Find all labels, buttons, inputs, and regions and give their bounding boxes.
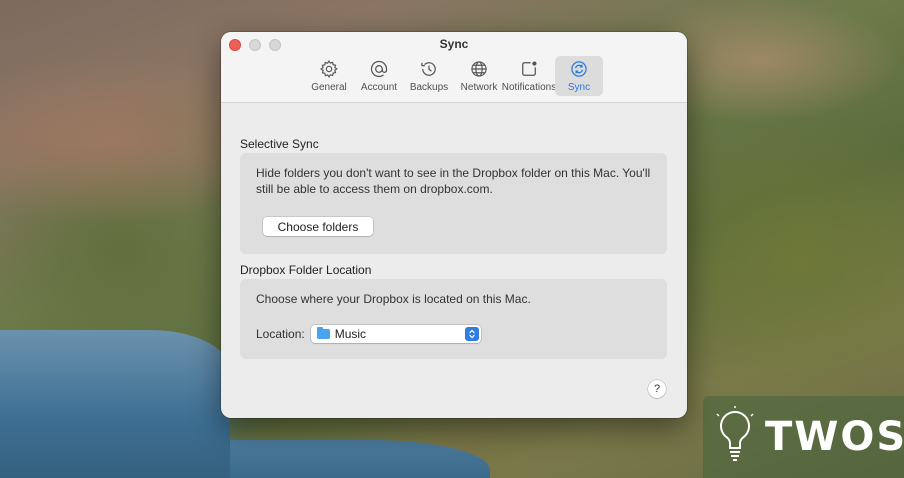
sync-icon bbox=[571, 61, 587, 77]
folder-location-box: Choose where your Dropbox is located on … bbox=[240, 279, 667, 359]
location-select-value: Music bbox=[334, 327, 367, 341]
selective-sync-box: Hide folders you don't want to see in th… bbox=[240, 153, 667, 254]
location-select[interactable]: Music bbox=[310, 325, 481, 343]
tab-network[interactable]: Network bbox=[455, 56, 503, 96]
help-button[interactable]: ? bbox=[648, 380, 666, 398]
watermark-text: TWOS bbox=[765, 414, 904, 460]
window-title: Sync bbox=[439, 37, 469, 51]
folder-location-description: Choose where your Dropbox is located on … bbox=[256, 292, 531, 306]
preferences-toolbar: General Account Backups Network Notifica… bbox=[221, 56, 687, 96]
folder-location-title: Dropbox Folder Location bbox=[240, 263, 372, 277]
tab-general[interactable]: General bbox=[305, 56, 353, 96]
chevron-updown-icon bbox=[464, 327, 479, 341]
choose-folders-button[interactable]: Choose folders bbox=[263, 217, 373, 236]
clock-history-icon bbox=[421, 62, 436, 76]
preferences-window: Sync General Account Backups Network Not… bbox=[221, 32, 687, 418]
selective-sync-title: Selective Sync bbox=[240, 137, 319, 151]
wallpaper-sea bbox=[0, 330, 230, 478]
tab-account-label: Account bbox=[360, 82, 398, 93]
tab-backups[interactable]: Backups bbox=[405, 56, 453, 96]
sync-pane: Selective Sync Hide folders you don't wa… bbox=[221, 103, 687, 418]
folder-icon bbox=[316, 327, 330, 339]
tab-notifications-label: Notifications bbox=[501, 82, 557, 93]
tab-sync-label: Sync bbox=[567, 82, 591, 93]
location-row: Location: Music bbox=[256, 325, 481, 343]
tab-account[interactable]: Account bbox=[355, 56, 403, 96]
gear-icon bbox=[320, 60, 338, 78]
title-bar: Sync General Account Backups Network Not… bbox=[221, 32, 687, 103]
selective-sync-description: Hide folders you don't want to see in th… bbox=[256, 166, 651, 196]
globe-icon bbox=[471, 61, 487, 77]
tab-network-label: Network bbox=[460, 82, 498, 93]
wallpaper-sea bbox=[230, 440, 490, 478]
lightbulb-icon bbox=[716, 406, 754, 461]
notification-badge-icon bbox=[522, 61, 537, 76]
tab-backups-label: Backups bbox=[409, 82, 449, 93]
tab-general-label: General bbox=[311, 82, 347, 93]
tab-sync[interactable]: Sync bbox=[555, 56, 603, 96]
at-sign-icon bbox=[370, 60, 388, 78]
location-label: Location: bbox=[256, 327, 305, 341]
tab-notifications[interactable]: Notifications bbox=[501, 56, 557, 96]
watermark-logo: TWOS bbox=[703, 396, 904, 478]
